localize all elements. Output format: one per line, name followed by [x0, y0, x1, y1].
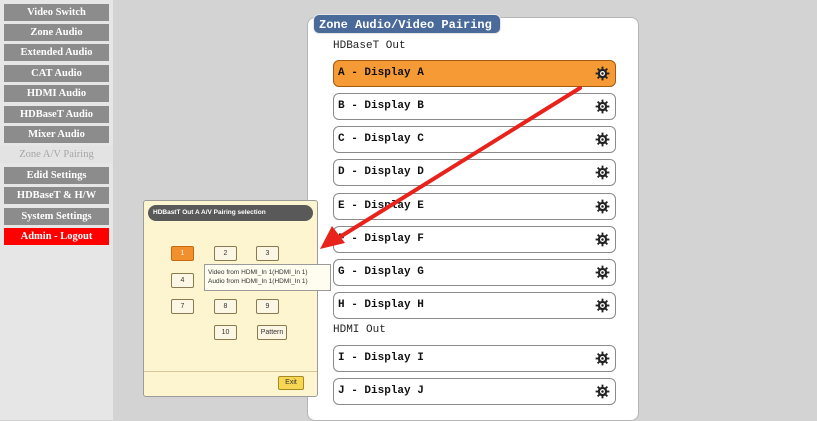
source-button-2[interactable]: 2: [214, 246, 237, 261]
section-label-hdmi-out: HDMI Out: [333, 324, 386, 336]
zone-label: C - Display C: [338, 133, 424, 145]
pattern-button[interactable]: Pattern: [257, 325, 287, 340]
gear-icon[interactable]: [595, 384, 610, 399]
zone-label: I - Display I: [338, 352, 424, 364]
sidebar-item-hdbaset-audio[interactable]: HDBaseT Audio: [4, 106, 109, 123]
tooltip-video-line: Video from HDMI_In 1(HDMI_In 1): [208, 269, 308, 276]
zone-button-d[interactable]: D - Display D: [333, 159, 616, 186]
gear-icon[interactable]: [595, 132, 610, 147]
panel-title: Zone Audio/Video Pairing: [313, 14, 501, 34]
gear-icon[interactable]: [595, 165, 610, 180]
sidebar-item-hdbaset-hw[interactable]: HDBaseT & H/W: [4, 187, 109, 204]
source-button-9[interactable]: 9: [256, 299, 279, 314]
dialog-divider: [144, 371, 317, 372]
dialog-title: HDBastT Out A A/V Pairing selection: [148, 205, 313, 221]
source-button-8[interactable]: 8: [214, 299, 237, 314]
gear-icon[interactable]: [595, 99, 610, 114]
source-button-10[interactable]: 10: [214, 325, 237, 340]
sidebar-item-mixer-audio[interactable]: Mixer Audio: [4, 126, 109, 143]
zone-label: G - Display G: [338, 266, 424, 278]
tooltip-audio-line: Audio from HDMI_In 1(HDMI_In 1): [208, 278, 308, 285]
zone-button-f[interactable]: F - Display F: [333, 226, 616, 253]
gear-icon[interactable]: [595, 232, 610, 247]
gear-icon[interactable]: [595, 351, 610, 366]
gear-icon[interactable]: [595, 66, 610, 81]
zone-button-j[interactable]: J - Display J: [333, 378, 616, 405]
source-button-7[interactable]: 7: [171, 299, 194, 314]
zone-label: B - Display B: [338, 100, 424, 112]
zone-button-b[interactable]: B - Display B: [333, 93, 616, 120]
exit-button[interactable]: Exit: [278, 376, 304, 390]
zone-button-e[interactable]: E - Display E: [333, 193, 616, 220]
gear-icon[interactable]: [595, 265, 610, 280]
sidebar-item-edid-settings[interactable]: Edid Settings: [4, 167, 109, 184]
zone-button-a[interactable]: A - Display A: [333, 60, 616, 87]
zone-button-c[interactable]: C - Display C: [333, 126, 616, 153]
zone-label: A - Display A: [338, 67, 424, 79]
zone-button-g[interactable]: G - Display G: [333, 259, 616, 286]
sidebar-item-zone-av-pairing[interactable]: Zone A/V Pairing: [0, 146, 113, 163]
sidebar-item-admin-logout[interactable]: Admin - Logout: [4, 228, 109, 245]
zone-label: D - Display D: [338, 166, 424, 178]
gear-icon[interactable]: [595, 199, 610, 214]
sidebar-item-system-settings[interactable]: System Settings: [4, 208, 109, 225]
sidebar-item-video-switch[interactable]: Video Switch: [4, 4, 109, 21]
zone-label: F - Display F: [338, 233, 424, 245]
source-tooltip: Video from HDMI_In 1(HDMI_In 1) Audio fr…: [204, 264, 331, 291]
sidebar-item-cat-audio[interactable]: CAT Audio: [4, 65, 109, 82]
zone-button-h[interactable]: H - Display H: [333, 292, 616, 319]
zone-label: J - Display J: [338, 385, 424, 397]
zone-label: E - Display E: [338, 200, 424, 212]
source-button-1[interactable]: 1: [171, 246, 194, 261]
sidebar: Video Switch Zone Audio Extended Audio C…: [0, 0, 113, 420]
sidebar-item-extended-audio[interactable]: Extended Audio: [4, 44, 109, 61]
sidebar-item-zone-audio[interactable]: Zone Audio: [4, 24, 109, 41]
sidebar-item-hdmi-audio[interactable]: HDMI Audio: [4, 85, 109, 102]
source-button-3[interactable]: 3: [256, 246, 279, 261]
gear-icon[interactable]: [595, 298, 610, 313]
source-button-4[interactable]: 4: [171, 273, 194, 288]
section-label-hdbaset-out: HDBaseT Out: [333, 40, 406, 52]
zone-label: H - Display H: [338, 299, 424, 311]
pairing-dialog: HDBastT Out A A/V Pairing selection 1 2 …: [143, 200, 318, 397]
zone-button-i[interactable]: I - Display I: [333, 345, 616, 372]
